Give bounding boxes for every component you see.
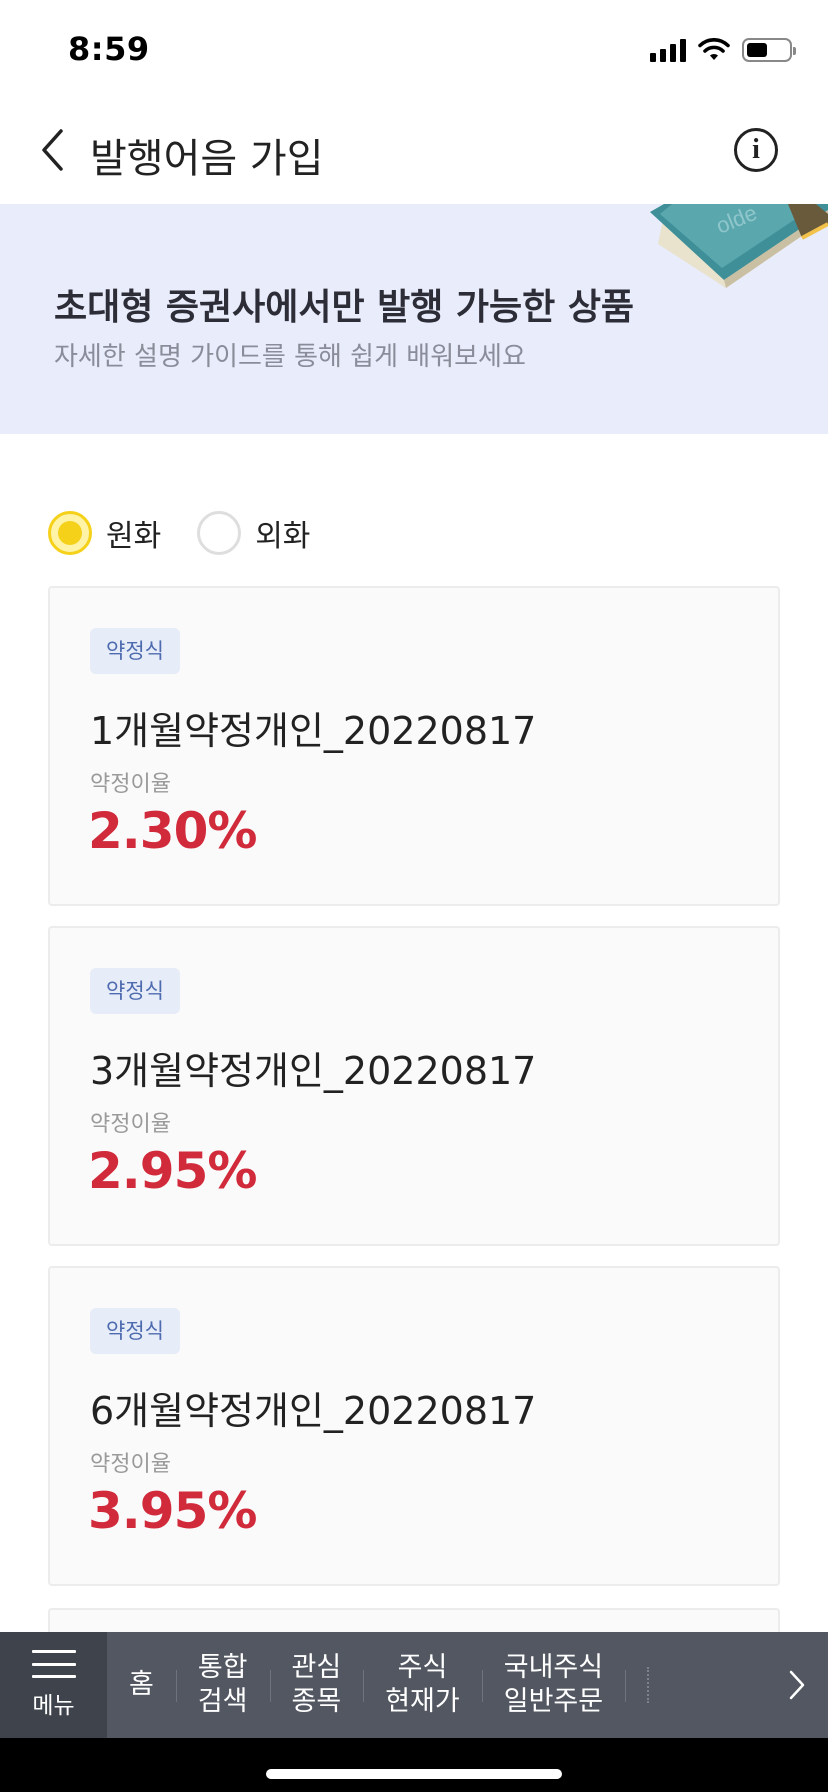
rate-value: 2.95% xyxy=(88,1142,257,1200)
nav-items: 홈 통합 검색 관심 종목 주식 현재가 국내주식 일반주문 xyxy=(107,1632,766,1738)
chevron-right-icon xyxy=(789,1670,805,1700)
battery-icon xyxy=(742,38,796,62)
menu-label: 메뉴 xyxy=(32,1693,75,1719)
nav-item-home[interactable]: 홈 xyxy=(107,1632,176,1738)
nav-item-stock-price[interactable]: 주식 현재가 xyxy=(363,1632,482,1738)
chevron-left-icon xyxy=(42,129,63,171)
header: 발행어음 가입 i xyxy=(0,96,828,204)
radio-label-krw: 원화 xyxy=(106,519,162,554)
home-indicator[interactable] xyxy=(266,1769,562,1779)
bottom-quick-nav: 메뉴 홈 통합 검색 관심 종목 주식 현재가 국내주식 일반주문 xyxy=(0,1632,828,1738)
nav-item-domestic-order[interactable]: 국내주식 일반주문 xyxy=(481,1632,625,1738)
home-indicator-area xyxy=(0,1738,828,1792)
info-button[interactable]: i xyxy=(734,128,778,172)
page-title: 발행어음 가입 xyxy=(90,136,324,182)
currency-radio-group: 원화 외화 xyxy=(48,510,346,556)
info-circle-icon: i xyxy=(752,134,760,165)
rate-label: 약정이율 xyxy=(90,772,171,797)
nav-next-button[interactable] xyxy=(766,1632,828,1738)
nav-item-watchlist[interactable]: 관심 종목 xyxy=(269,1632,364,1738)
product-card[interactable]: 약정식 1개월약정개인_20220817 약정이율 2.30% xyxy=(48,586,780,906)
rate-value: 2.30% xyxy=(88,802,257,860)
radio-unselected-icon xyxy=(197,511,242,555)
rate-label: 약정이율 xyxy=(90,1452,171,1477)
menu-button[interactable]: 메뉴 xyxy=(0,1632,107,1738)
page: 8:59 발행어음 가입 i olde 초대형 증권사에서만 발행 가능한 상품… xyxy=(0,0,828,1792)
radio-selected-icon xyxy=(48,511,92,555)
product-name: 1개월약정개인_20220817 xyxy=(90,709,537,753)
rate-label: 약정이율 xyxy=(90,1112,171,1137)
status-bar: 8:59 xyxy=(0,0,828,96)
status-time: 8:59 xyxy=(68,30,150,68)
hamburger-icon xyxy=(31,1650,76,1678)
product-type-tag: 약정식 xyxy=(90,1308,180,1354)
product-type-tag: 약정식 xyxy=(90,968,180,1014)
product-card[interactable]: 약정식 6개월약정개인_20220817 약정이율 3.95% xyxy=(48,1266,780,1586)
product-card[interactable]: 약정식 3개월약정개인_20220817 약정이율 2.95% xyxy=(48,926,780,1246)
banner-title: 초대형 증권사에서만 발행 가능한 상품 xyxy=(54,287,635,328)
radio-option-foreign[interactable]: 외화 xyxy=(197,511,310,555)
back-button[interactable] xyxy=(28,122,76,178)
cellular-signal-icon xyxy=(650,38,686,62)
nav-item-overflow[interactable] xyxy=(625,1632,659,1738)
nav-overflow-marker xyxy=(647,1667,653,1703)
product-name: 3개월약정개인_20220817 xyxy=(90,1049,537,1093)
wifi-icon xyxy=(698,38,730,60)
nav-item-integrated-search[interactable]: 통합 검색 xyxy=(175,1632,270,1738)
guide-banner[interactable]: olde 초대형 증권사에서만 발행 가능한 상품 자세한 설명 가이드를 통해… xyxy=(0,204,828,434)
banner-subtitle: 자세한 설명 가이드를 통해 쉽게 배워보세요 xyxy=(54,342,526,372)
status-icons xyxy=(650,36,796,64)
radio-label-foreign: 외화 xyxy=(255,519,311,554)
rate-value: 3.95% xyxy=(88,1482,257,1540)
product-type-tag: 약정식 xyxy=(90,628,180,674)
product-name: 6개월약정개인_20220817 xyxy=(90,1389,537,1433)
radio-option-krw[interactable]: 원화 xyxy=(48,511,161,555)
